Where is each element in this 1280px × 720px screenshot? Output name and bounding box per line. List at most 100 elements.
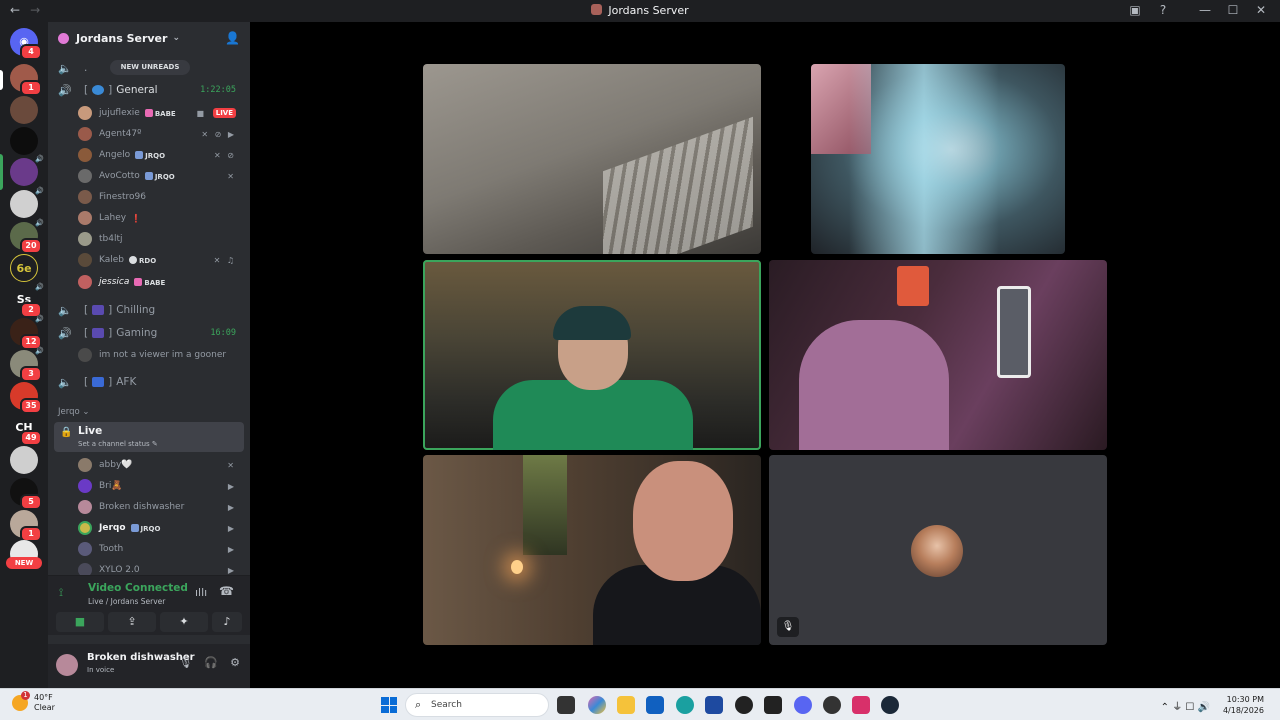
server-badge: 3 — [20, 366, 42, 382]
server-icon-4[interactable]: 🔊 — [10, 155, 44, 186]
channel-afk[interactable]: 🔈 [ ] AFK — [58, 372, 244, 392]
voice-user[interactable]: jessica BABE — [78, 273, 244, 291]
server-icon-5[interactable]: 🔊 — [10, 187, 44, 218]
settings-gear-icon[interactable]: ⚙ — [230, 656, 240, 669]
soundboard-button[interactable]: ♪ — [212, 612, 242, 632]
close-icon[interactable]: ✕ — [1254, 3, 1268, 17]
app-icon-2[interactable] — [852, 696, 870, 714]
store-icon[interactable] — [646, 696, 664, 714]
voice-user[interactable]: im not a viewer im a gooner — [78, 346, 244, 364]
window-controls: ▣ ? — ☐ ✕ — [1128, 3, 1268, 17]
system-tray[interactable]: ⌃ ⏚ ☐ 🔊 — [1161, 698, 1210, 713]
voice-user[interactable]: Lahey ❗ — [78, 209, 244, 227]
bracket: [ — [84, 304, 89, 316]
minimize-icon[interactable]: — — [1198, 3, 1212, 17]
discord-app: ← → Jordans Server ▣ ? — ☐ ✕ ◉ 4 1 🔊 🔊 🔊 2… — [0, 0, 1280, 720]
voice-location[interactable]: Live / Jordans Server — [88, 597, 165, 606]
copilot-icon[interactable] — [588, 696, 606, 714]
channel-status[interactable]: Set a channel status ✎ — [78, 440, 158, 448]
voice-user[interactable]: tb4ltj — [78, 230, 244, 248]
voice-user[interactable]: Finestro96 — [78, 188, 244, 206]
video-tile-avatar-only[interactable]: 🎙 — [769, 455, 1107, 645]
voice-user[interactable]: Agent47º ✕ ⊘ ▶ — [78, 125, 244, 143]
signal-icon[interactable]: ⟟ — [59, 586, 63, 600]
server-icon-8[interactable]: Ss 🔊 2 — [10, 283, 44, 318]
voice-user[interactable]: Broken dishwasher ▶ — [78, 498, 244, 516]
voice-user[interactable]: Tooth ▶ — [78, 540, 244, 558]
server-icon-12[interactable]: CH 49 — [10, 414, 42, 446]
video-tile-purple-room-woman[interactable] — [769, 260, 1107, 450]
avatar[interactable] — [56, 654, 78, 676]
role-tag: JRQO — [135, 150, 165, 160]
voice-user[interactable]: jujuflexie BABE ■ LIVE — [78, 104, 244, 122]
channel-timer: 1:22:05 — [200, 85, 236, 95]
channel-live[interactable]: 🔒 Live Set a channel status ✎ — [54, 422, 244, 452]
activities-button[interactable]: ✦ — [160, 612, 208, 632]
disconnect-icon[interactable]: ☎ — [219, 584, 234, 598]
task-view-icon[interactable] — [557, 696, 575, 714]
taskbar-clock[interactable]: 10:30 PM 4/18/2026 — [1223, 694, 1264, 716]
server-icon-14[interactable]: 5 — [10, 478, 42, 510]
start-button[interactable] — [381, 697, 397, 713]
server-icon-10[interactable]: 🔊 3 — [10, 347, 44, 382]
avatar — [911, 525, 963, 577]
server-icon-13[interactable] — [10, 446, 38, 474]
steam-icon[interactable] — [881, 696, 899, 714]
invite-people-icon[interactable]: 👤 — [225, 31, 240, 45]
avatar — [78, 211, 92, 225]
voice-user[interactable]: abby🤍 ✕ — [78, 456, 244, 474]
voice-user[interactable]: Bri🧸 ▶ — [78, 477, 244, 495]
server-icon-6[interactable]: 🔊 20 — [10, 219, 44, 254]
weather-desc: Clear — [34, 703, 55, 712]
new-unreads-button[interactable]: NEW UNREADS — [110, 60, 190, 75]
channel-gaming[interactable]: 🔊 [ ] Gaming 16:09 — [58, 323, 244, 343]
noise-suppression-icon[interactable]: ıllı — [195, 586, 207, 599]
server-icon-1[interactable]: 1 — [10, 64, 42, 96]
discord-icon[interactable] — [794, 696, 812, 714]
channel-chilling[interactable]: 🔈 [ ] Chilling — [58, 300, 244, 320]
maximize-icon[interactable]: ☐ — [1226, 3, 1240, 17]
video-stage: 🎙 — [250, 22, 1280, 688]
led-app-icon[interactable] — [764, 696, 782, 714]
video-tile-blonde-woman[interactable] — [811, 64, 1065, 254]
user-status-icons: ✕ — [227, 171, 236, 181]
video-tile-headset-man[interactable] — [423, 455, 761, 645]
screen-share-button[interactable]: ⇪ — [108, 612, 156, 632]
server-icon-3[interactable] — [10, 127, 38, 155]
new-server-badge: NEW — [6, 557, 42, 569]
help-icon[interactable]: ? — [1156, 3, 1170, 17]
avatar — [78, 275, 92, 289]
edge-icon[interactable] — [676, 696, 694, 714]
globe-icon — [92, 85, 105, 95]
channel-general[interactable]: 🔊 [ ] General 1:22:05 — [58, 80, 244, 100]
controller-icon — [92, 328, 105, 338]
obs-icon[interactable] — [823, 696, 841, 714]
voice-user[interactable]: Kaleb RDO ✕ ♫ — [78, 251, 244, 269]
category-jerqo[interactable]: Jerqo ⌄ — [58, 407, 90, 417]
voice-user[interactable]: Jerqo JRQO ▶ — [78, 519, 244, 537]
inbox-icon[interactable]: ▣ — [1128, 3, 1142, 17]
app-icon[interactable] — [705, 696, 723, 714]
file-explorer-icon[interactable] — [617, 696, 635, 714]
voice-status[interactable]: Video Connected — [88, 582, 188, 594]
direct-messages-icon[interactable]: ◉ 4 — [10, 28, 42, 60]
video-tile-green-shirt-man[interactable] — [423, 260, 761, 450]
voice-user[interactable]: Angelo JRQO ✕ ⊘ — [78, 146, 244, 164]
taskbar-search[interactable]: ⌕ Search — [405, 693, 549, 717]
status-emoji-icon: ❗ — [131, 213, 142, 223]
voice-user[interactable]: AvoCotto JRQO ✕ — [78, 167, 244, 185]
headset-icon[interactable]: 🎧 — [204, 656, 218, 669]
weather-widget[interactable]: 1 40°F Clear — [12, 691, 55, 713]
server-icon-7[interactable]: 6e — [10, 254, 38, 282]
server-icon-9[interactable]: 🔊 12 — [10, 315, 44, 350]
server-icon-15[interactable]: 1 — [10, 510, 42, 542]
video-tile-ceiling-cam[interactable] — [423, 64, 761, 254]
alienware-icon[interactable] — [735, 696, 753, 714]
server-icon-11[interactable]: 35 — [10, 382, 42, 414]
user-name: Agent47º — [99, 129, 142, 139]
camera-button[interactable]: ■ — [56, 612, 104, 632]
microphone-icon[interactable]: 🎙 — [178, 656, 192, 669]
server-icon-2[interactable] — [10, 96, 38, 124]
user-name: Broken dishwasher — [99, 502, 185, 512]
server-header[interactable]: Jordans Server ⌄ 👤 — [48, 22, 250, 54]
